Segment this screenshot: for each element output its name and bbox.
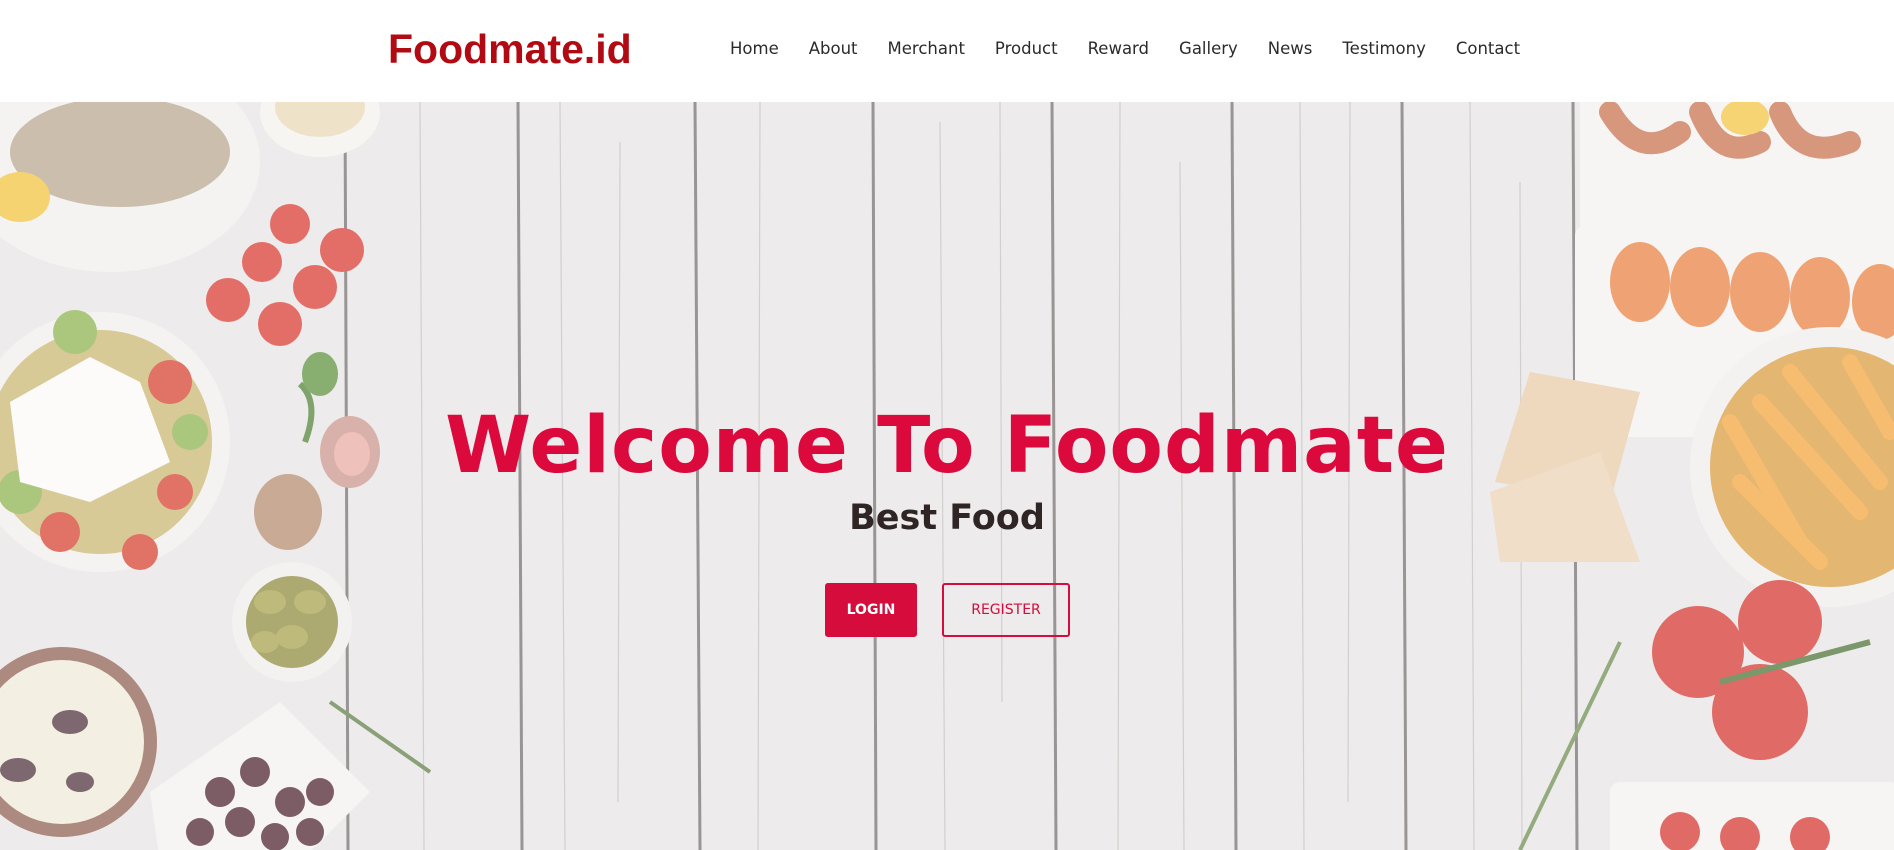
hero-subtitle: Best Food xyxy=(849,498,1045,538)
nav-item-contact[interactable]: Contact xyxy=(1456,36,1520,62)
nav-item-about[interactable]: About xyxy=(809,36,858,62)
nav-item-merchant[interactable]: Merchant xyxy=(888,36,965,62)
brand-logo[interactable]: Foodmate.id xyxy=(388,24,632,74)
nav-item-home[interactable]: Home xyxy=(730,36,779,62)
login-button[interactable]: LOGIN xyxy=(825,583,917,637)
nav-item-reward[interactable]: Reward xyxy=(1088,36,1149,62)
nav-item-news[interactable]: News xyxy=(1268,36,1313,62)
nav-item-product[interactable]: Product xyxy=(995,36,1058,62)
nav-item-testimony[interactable]: Testimony xyxy=(1342,36,1425,62)
register-button[interactable]: REGISTER xyxy=(942,583,1070,637)
site-header: Foodmate.id Home About Merchant Product … xyxy=(0,0,1894,102)
hero-section: Welcome To Foodmate Best Food LOGIN REGI… xyxy=(0,102,1894,850)
nav-item-gallery[interactable]: Gallery xyxy=(1179,36,1238,62)
hero-title: Welcome To Foodmate xyxy=(445,401,1449,491)
main-nav: Home About Merchant Product Reward Galle… xyxy=(730,36,1550,62)
